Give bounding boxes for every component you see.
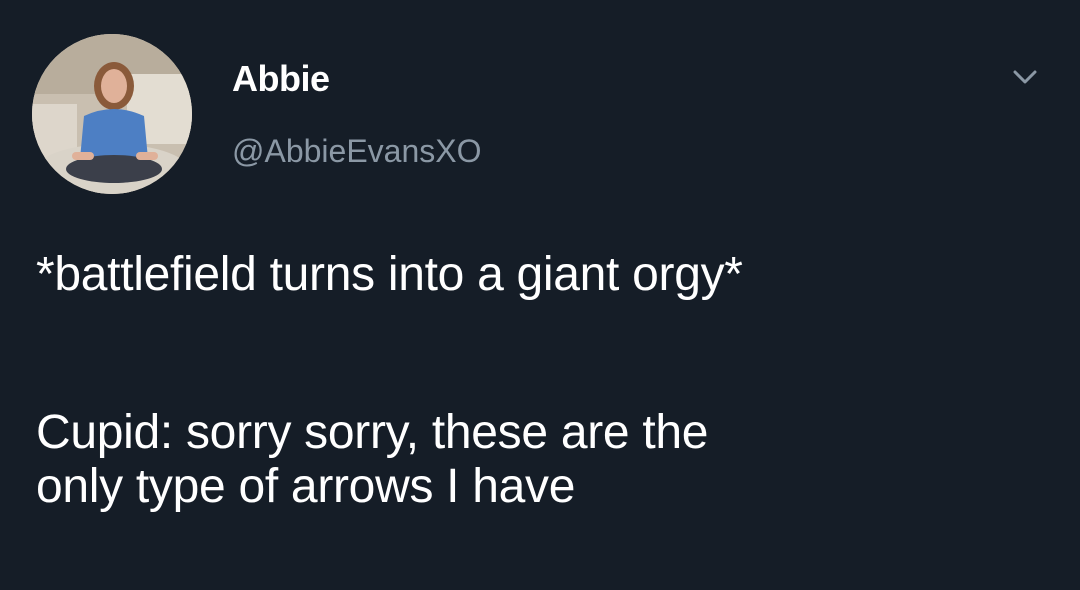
more-options-button[interactable] bbox=[1008, 62, 1042, 92]
chevron-down-icon bbox=[1013, 70, 1037, 84]
tweet-line-2: Cupid: sorry sorry, these are the only t… bbox=[36, 406, 709, 513]
profile-photo-icon bbox=[32, 34, 192, 194]
tweet-card: Abbie @AbbieEvansXO *battlefield turns i… bbox=[0, 0, 1080, 590]
tweet-line-1: *battlefield turns into a giant orgy* bbox=[36, 248, 743, 301]
avatar[interactable] bbox=[32, 34, 192, 194]
display-name[interactable]: Abbie bbox=[232, 58, 330, 100]
user-handle[interactable]: @AbbieEvansXO bbox=[232, 133, 482, 170]
tweet-body: *battlefield turns into a giant orgy* Cu… bbox=[36, 248, 1056, 514]
